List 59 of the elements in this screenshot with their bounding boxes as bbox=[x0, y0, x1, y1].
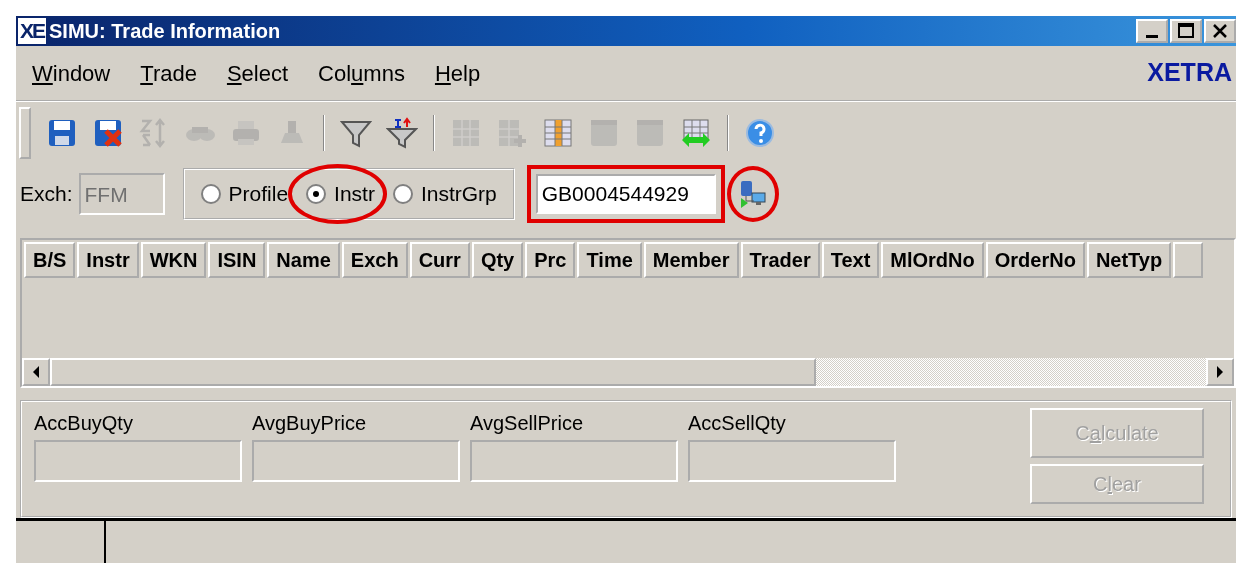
field-label: AccSellQty bbox=[688, 411, 787, 436]
value-field[interactable] bbox=[34, 440, 242, 482]
field-label: AvgSellPrice bbox=[470, 411, 585, 436]
grid-arrows-icon bbox=[680, 117, 712, 149]
column-header[interactable]: ISIN bbox=[208, 242, 266, 278]
column-grid-icon bbox=[542, 117, 574, 149]
value-field[interactable] bbox=[252, 440, 460, 482]
instrument-field[interactable]: GB0004544929 bbox=[535, 174, 716, 214]
value-field[interactable] bbox=[470, 440, 678, 482]
column-header[interactable]: Trader bbox=[740, 242, 820, 278]
radio-option[interactable]: Profile bbox=[196, 178, 293, 210]
maximize-button[interactable] bbox=[1170, 19, 1202, 43]
scroll-right-button[interactable] bbox=[1206, 358, 1234, 386]
window-title: SIMU: Trade Information bbox=[49, 19, 281, 44]
column-header[interactable]: Name bbox=[267, 242, 340, 278]
scroll-left-button[interactable] bbox=[22, 358, 50, 386]
column-header[interactable]: Text bbox=[821, 242, 880, 278]
column-header[interactable]: B/S bbox=[24, 242, 76, 278]
panel-icon bbox=[634, 117, 666, 149]
column-header[interactable]: Time bbox=[577, 242, 642, 278]
column-header[interactable]: Prc bbox=[525, 242, 576, 278]
column-header[interactable]: Member bbox=[643, 242, 739, 278]
column-header[interactable]: NetTyp bbox=[1086, 242, 1172, 278]
minimize-icon bbox=[1146, 34, 1158, 38]
right-arrow-icon bbox=[1216, 366, 1224, 378]
menu-item[interactable]: Help bbox=[434, 56, 481, 90]
menu-item[interactable]: Select bbox=[226, 56, 289, 90]
radio-option[interactable]: Instr bbox=[302, 178, 379, 210]
minimize-button[interactable] bbox=[1136, 19, 1168, 43]
field-label: AccBuyQty bbox=[34, 411, 134, 436]
exchange-label: Exch: bbox=[20, 181, 73, 208]
menu-item[interactable]: Trade bbox=[140, 56, 197, 90]
panel-icon bbox=[588, 117, 620, 149]
close-button[interactable] bbox=[1204, 19, 1236, 43]
field-label: AvgBuyPrice bbox=[252, 411, 368, 436]
menu-item[interactable]: Columns bbox=[318, 56, 405, 90]
value-field[interactable] bbox=[688, 440, 896, 482]
floppy-disk-delete-icon bbox=[92, 117, 124, 149]
column-header[interactable]: MlOrdNo bbox=[881, 242, 984, 278]
menu-item[interactable]: Window bbox=[32, 56, 111, 90]
help-icon bbox=[744, 117, 776, 149]
grid-icon bbox=[450, 117, 482, 149]
column-header[interactable]: Curr bbox=[409, 242, 470, 278]
column-header[interactable] bbox=[1173, 242, 1204, 278]
column-header[interactable]: WKN bbox=[140, 242, 207, 278]
brand-logo: XETRA bbox=[1147, 57, 1232, 89]
column-header[interactable]: OrderNo bbox=[985, 242, 1085, 278]
column-header[interactable]: Qty bbox=[471, 242, 524, 278]
column-header[interactable]: Instr bbox=[77, 242, 139, 278]
maximize-icon bbox=[1177, 22, 1195, 40]
funnel-sort-icon bbox=[386, 117, 418, 149]
app-logo: XE bbox=[18, 18, 46, 44]
column-header[interactable]: Exch bbox=[341, 242, 408, 278]
grid-plus-icon bbox=[496, 117, 528, 149]
close-icon bbox=[1212, 23, 1228, 39]
toolbar-grip[interactable] bbox=[19, 107, 31, 159]
radio-option[interactable]: InstrGrp bbox=[388, 178, 501, 210]
scrollbar-thumb[interactable] bbox=[50, 358, 816, 386]
left-arrow-icon bbox=[32, 366, 40, 378]
